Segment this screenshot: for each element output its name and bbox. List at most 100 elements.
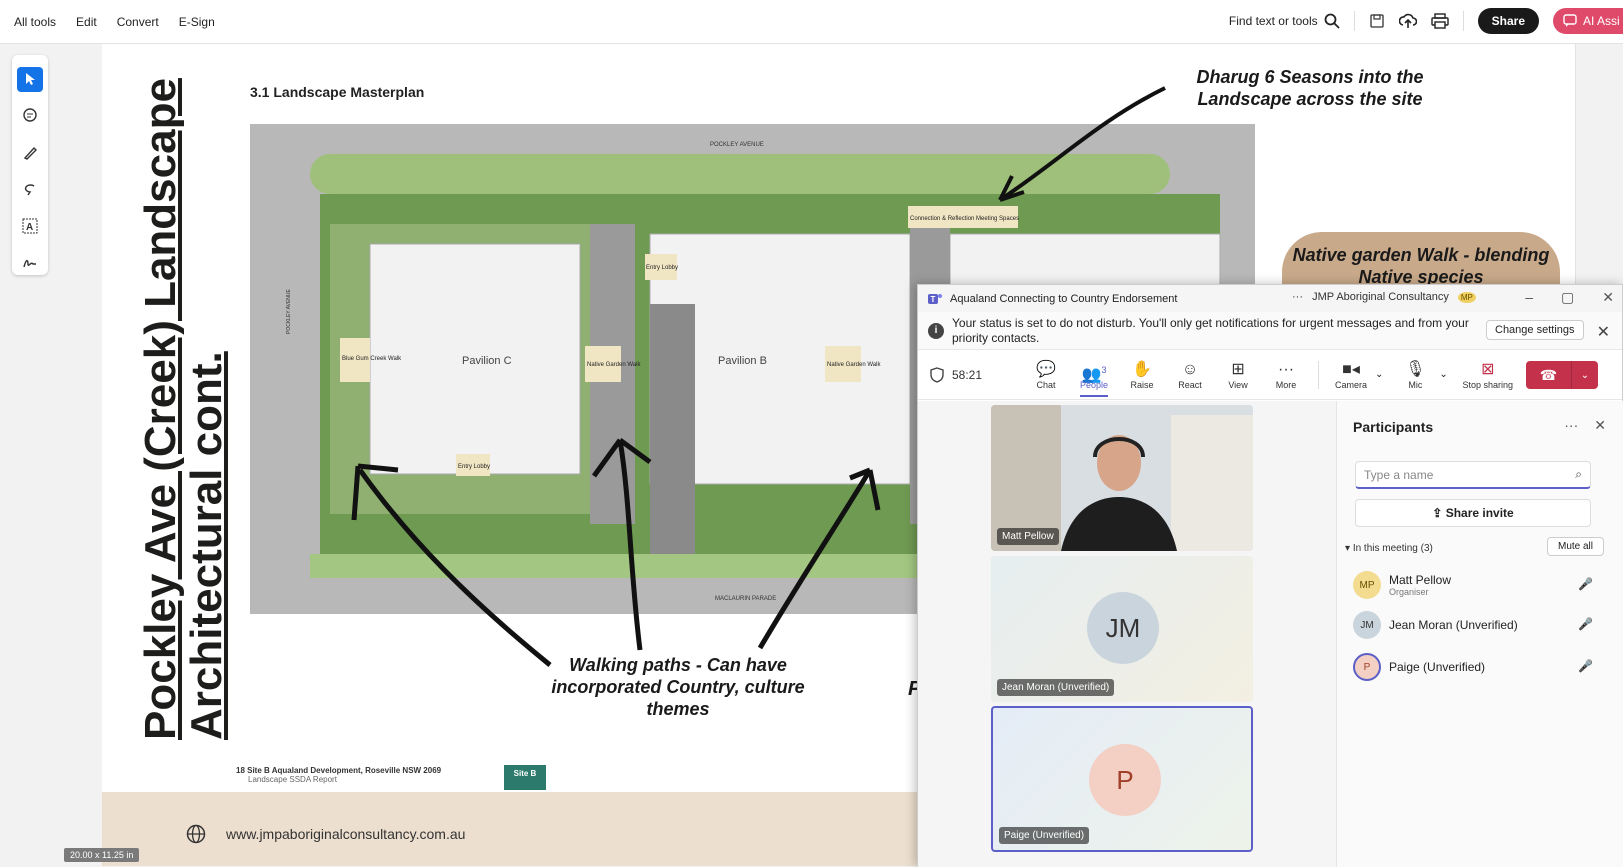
more-label: More — [1275, 379, 1297, 390]
footer-url: www.jmpaboriginalconsultancy.com.au — [226, 826, 466, 842]
globe-icon — [186, 824, 206, 844]
avatar: P — [1089, 744, 1161, 816]
hand-icon: ✋ — [1132, 360, 1152, 378]
annotation-walking-paths: Walking paths - Can have incorporated Co… — [551, 655, 805, 719]
svg-text:T: T — [931, 295, 936, 304]
participant-name: Paige (Unverified) — [1389, 660, 1486, 674]
participants-panel: Participants ··· ✕ Type a name ⌕ ⇪ Share… — [1336, 401, 1623, 867]
avatar: JM — [1087, 592, 1159, 664]
in-meeting-label: In this meeting (3) — [1352, 543, 1433, 554]
camera-label: Camera — [1335, 379, 1368, 390]
panel-more-icon[interactable]: ··· — [1564, 417, 1578, 434]
chat-icon: 💬 — [1036, 360, 1056, 378]
page-footer-site: 18 Site B Aqualand Development, Rosevill… — [236, 766, 441, 784]
people-button[interactable]: 👥3 People — [1070, 360, 1118, 397]
annotation-native-garden: Native garden Walk - blending Native spe… — [1292, 245, 1550, 287]
hang-up-icon: ☎ — [1526, 361, 1572, 389]
mic-icon: 🎙 — [1405, 360, 1426, 378]
mic-icon[interactable]: 🎤 — [1578, 577, 1593, 591]
leave-options-chevron-icon[interactable]: ⌄ — [1572, 361, 1598, 389]
chat-button[interactable]: 💬 Chat — [1022, 360, 1070, 390]
participant-row[interactable]: JM Jean Moran (Unverified) 🎤 — [1353, 607, 1593, 643]
annotation-dharug: Dharug 6 Seasons into the Landscape acro… — [1196, 67, 1424, 109]
footer-site-title: 18 Site B Aqualand Development, Rosevill… — [236, 766, 442, 775]
org-name: JMP Aboriginal Consultancy — [1312, 291, 1449, 303]
more-button[interactable]: ··· More — [1262, 360, 1310, 390]
org-switcher[interactable]: ··· JMP Aboriginal Consultancy MP — [1292, 291, 1476, 303]
leave-button[interactable]: ☎ ⌄ — [1526, 361, 1598, 389]
share-icon: ⇪ — [1432, 506, 1443, 520]
teams-logo-icon: T — [928, 293, 942, 304]
mic-options-chevron-icon[interactable]: ⌄ — [1439, 369, 1447, 380]
raise-hand-button[interactable]: ✋ Raise — [1118, 360, 1166, 390]
footer-band — [102, 792, 917, 866]
page-dimensions: 20.00 x 11.25 in — [64, 848, 140, 862]
teams-titlebar: T Aqualand Connecting to Country Endorse… — [918, 285, 1622, 312]
chevron-down-icon: ▾ — [1345, 543, 1351, 554]
share-invite-label: Share invite — [1445, 506, 1514, 520]
video-tile-matt[interactable]: Matt Pellow — [991, 405, 1253, 551]
search-placeholder: Type a name — [1364, 468, 1434, 482]
avatar: JM — [1353, 611, 1381, 639]
avatar: P — [1353, 653, 1381, 681]
camera-options-chevron-icon[interactable]: ⌄ — [1375, 369, 1383, 380]
meeting-controls: 58:21 💬 Chat 👥3 People ✋ Raise ☺ React ⊞ View… — [918, 350, 1622, 400]
change-settings-button[interactable]: Change settings — [1486, 320, 1584, 340]
stop-sharing-button[interactable]: ⊠ Stop sharing — [1456, 360, 1520, 390]
tile-name-paige: Paige (Unverified) — [999, 827, 1090, 844]
raise-label: Raise — [1130, 379, 1154, 390]
participant-search-input[interactable]: Type a name ⌕ — [1355, 461, 1591, 489]
maximize-icon[interactable]: ▢ — [1561, 289, 1574, 306]
dnd-message: Your status is set to do not disturb. Yo… — [952, 315, 1469, 345]
more-dots-icon: ··· — [1292, 291, 1303, 303]
meeting-title: Aqualand Connecting to Country Endorseme… — [950, 292, 1178, 305]
video-stage: Matt Pellow JM Jean Moran (Unverified) P… — [918, 401, 1336, 867]
org-avatar: MP — [1457, 292, 1476, 303]
controls-divider — [1318, 360, 1320, 389]
react-label: React — [1178, 379, 1202, 390]
tile-name-jean: Jean Moran (Unverified) — [997, 679, 1115, 696]
view-button[interactable]: ⊞ View — [1214, 360, 1262, 390]
search-icon: ⌕ — [1575, 467, 1582, 481]
video-tile-paige[interactable]: P Paige (Unverified) — [991, 706, 1253, 852]
people-icon: 👥3 — [1081, 364, 1107, 383]
shield-icon — [930, 366, 944, 383]
meeting-timer: 58:21 — [952, 367, 983, 382]
react-button[interactable]: ☺ React — [1166, 360, 1214, 390]
people-count: 3 — [1101, 364, 1107, 375]
smiley-icon: ☺ — [1181, 360, 1199, 378]
camera-icon: ■◂ — [1342, 360, 1360, 378]
in-meeting-section[interactable]: ▾ In this meeting (3) — [1345, 543, 1433, 554]
dnd-banner: i Your status is set to do not disturb. … — [918, 312, 1622, 350]
video-tile-jean[interactable]: JM Jean Moran (Unverified) — [991, 556, 1253, 702]
mic-icon[interactable]: 🎤 — [1578, 659, 1593, 673]
participant-name: Jean Moran (Unverified) — [1389, 618, 1518, 632]
mute-all-button[interactable]: Mute all — [1546, 537, 1604, 556]
footer-report-name: Landscape SSDA Report — [248, 775, 337, 784]
site-tag: Site B — [504, 765, 546, 790]
participant-row[interactable]: P Paige (Unverified) 🎤 — [1353, 649, 1593, 685]
stop-sharing-label: Stop sharing — [1462, 379, 1514, 390]
camera-button[interactable]: ■◂ Camera — [1327, 360, 1375, 390]
participant-role: Organiser — [1389, 587, 1429, 597]
tile-name-matt: Matt Pellow — [997, 528, 1059, 545]
participant-row[interactable]: MP Matt Pellow Organiser 🎤 — [1353, 567, 1593, 603]
info-icon: i — [928, 322, 944, 339]
mic-label: Mic — [1408, 379, 1423, 390]
close-panel-icon[interactable]: ✕ — [1594, 417, 1606, 434]
grid-icon: ⊞ — [1231, 360, 1245, 378]
minimize-icon[interactable]: – — [1525, 289, 1533, 306]
close-window-icon[interactable]: ✕ — [1602, 289, 1614, 306]
mic-button[interactable]: 🎙 Mic — [1391, 360, 1439, 390]
more-icon: ··· — [1278, 360, 1295, 378]
share-invite-button[interactable]: ⇪ Share invite — [1355, 499, 1591, 527]
people-label: People — [1080, 379, 1109, 390]
avatar: MP — [1353, 571, 1381, 599]
chat-label: Chat — [1036, 379, 1056, 390]
view-label: View — [1228, 379, 1248, 390]
teams-meeting-window: T Aqualand Connecting to Country Endorse… — [917, 284, 1623, 867]
stop-share-icon: ⊠ — [1481, 360, 1495, 378]
dismiss-banner-icon[interactable]: ✕ — [1597, 322, 1610, 342]
mic-icon[interactable]: 🎤 — [1578, 617, 1593, 631]
participant-name: Matt Pellow — [1389, 573, 1452, 587]
